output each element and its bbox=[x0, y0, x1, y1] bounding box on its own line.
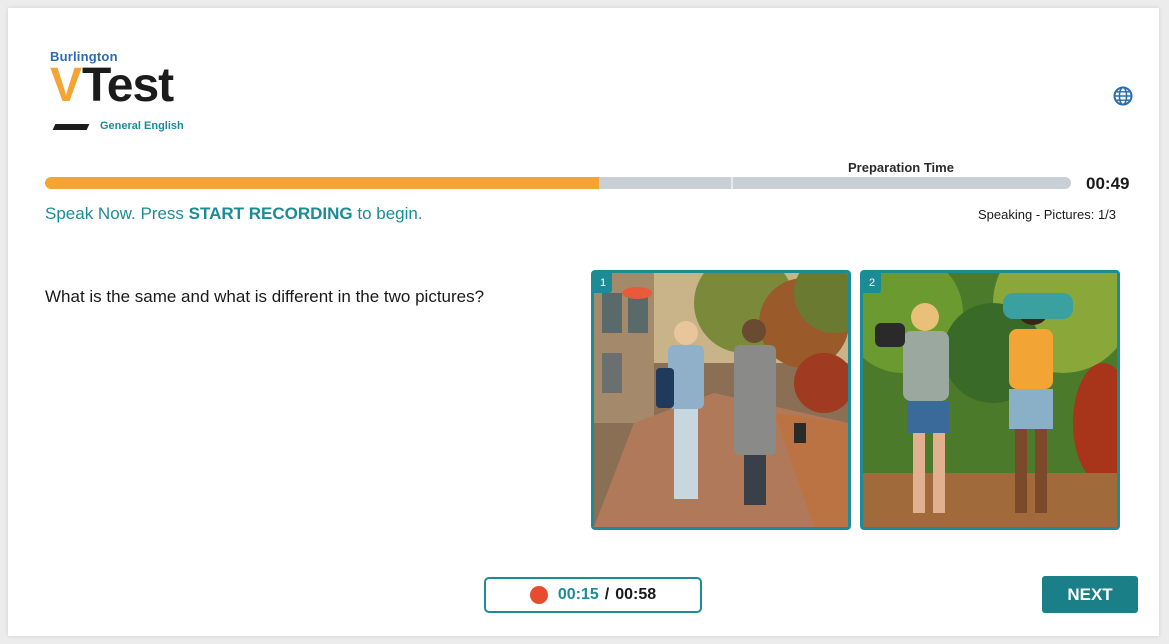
recording-total: 00:58 bbox=[615, 586, 657, 603]
logo-main-text: Test bbox=[82, 59, 174, 112]
preparation-progress-bar bbox=[45, 177, 1071, 189]
section-label: Speaking - Pictures: 1/3 bbox=[978, 207, 1117, 222]
photo-two-women-hiking-backpacks bbox=[863, 273, 1117, 527]
progress-fill bbox=[45, 177, 600, 189]
preparation-time-label: Preparation Time bbox=[848, 160, 954, 175]
instruction-prefix: Speak Now. Press bbox=[45, 204, 189, 223]
preparation-timer: 00:49 bbox=[1086, 174, 1130, 193]
main-card: Burlington V Test General English Prepar… bbox=[8, 8, 1159, 636]
recording-separator: / bbox=[604, 586, 610, 603]
globe-icon[interactable] bbox=[1113, 86, 1133, 106]
logo-sub-text: General English bbox=[100, 120, 184, 132]
picture-2: 2 bbox=[860, 270, 1120, 530]
next-button[interactable]: NEXT bbox=[1042, 576, 1138, 613]
logo-v-letter: V bbox=[50, 59, 82, 112]
record-indicator-icon bbox=[529, 586, 548, 604]
recording-timer: 00:15 / 00:58 bbox=[484, 577, 702, 613]
question-text: What is the same and what is different i… bbox=[45, 287, 485, 306]
instruction-text: Speak Now. Press START RECORDING to begi… bbox=[45, 204, 423, 224]
picture-number-1: 1 bbox=[594, 273, 612, 293]
instruction-emphasis: START RECORDING bbox=[188, 204, 353, 223]
recording-elapsed: 00:15 bbox=[557, 586, 599, 603]
vtest-logo: Burlington V Test General English bbox=[50, 48, 210, 138]
picture-1: 1 bbox=[591, 270, 851, 530]
picture-number-2: 2 bbox=[863, 273, 881, 293]
logo-dash bbox=[52, 124, 90, 130]
photo-two-women-walking-city-street bbox=[594, 273, 848, 527]
progress-tick bbox=[731, 177, 733, 189]
instruction-suffix: to begin. bbox=[352, 204, 423, 223]
